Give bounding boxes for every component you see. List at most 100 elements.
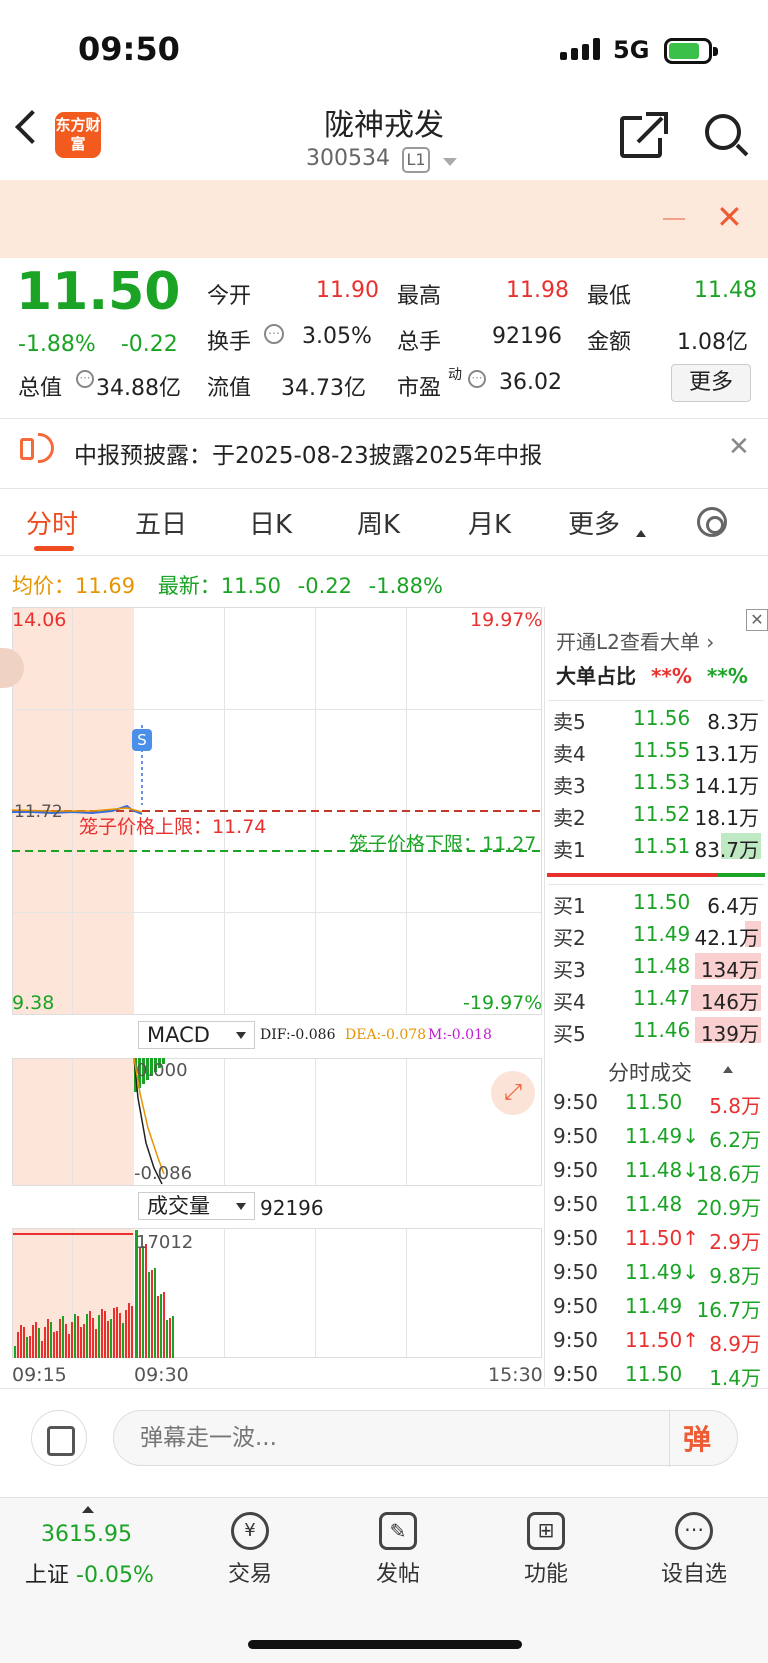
nav-function[interactable]: ⊞ 功能 bbox=[501, 1512, 591, 1588]
tab-five-day[interactable]: 五日 bbox=[135, 504, 187, 541]
l2-promo-link[interactable]: 开通L2查看大单 › bbox=[556, 626, 714, 655]
latest-value: 11.50 bbox=[220, 574, 281, 598]
bid-row[interactable]: 买1 11.50 6.4万 bbox=[553, 887, 761, 918]
level-badge[interactable]: L1 bbox=[402, 147, 430, 173]
ask-row[interactable]: 卖2 11.52 18.1万 bbox=[553, 799, 761, 830]
tab-intraday[interactable]: 分时 bbox=[26, 504, 78, 541]
trade-time: 9:50 bbox=[553, 1362, 598, 1386]
macd-m: M:-0.018 bbox=[428, 1027, 492, 1043]
gear-icon[interactable] bbox=[697, 507, 727, 537]
bid-label: 买5 bbox=[553, 1022, 586, 1046]
x-label-close: 15:30 bbox=[488, 1364, 543, 1386]
tab-more[interactable]: 更多 bbox=[568, 504, 620, 541]
close-icon[interactable]: ✕ bbox=[716, 198, 743, 236]
volume-bar bbox=[53, 1332, 55, 1358]
trade-time: 9:50 bbox=[553, 1090, 598, 1114]
bid-volume: 146万 bbox=[700, 990, 759, 1014]
tab-week-k[interactable]: 周K bbox=[357, 504, 400, 541]
danmaku-button[interactable]: 弹 bbox=[683, 1418, 711, 1458]
index-row[interactable]: 上证 -0.05% bbox=[25, 1557, 154, 1589]
volume-value: 92196 bbox=[492, 324, 562, 349]
low-label: 最低 bbox=[587, 284, 632, 309]
volume-bar bbox=[104, 1311, 106, 1358]
divider bbox=[544, 607, 545, 1387]
trade-volume: 1.4万 bbox=[709, 1366, 761, 1390]
avg-row: 均价：11.69 最新：11.50 -0.22 -1.88% bbox=[12, 570, 443, 600]
chevron-up-icon[interactable] bbox=[723, 1066, 733, 1073]
pct-top-label: 19.97% bbox=[470, 609, 543, 631]
chevron-down-icon[interactable] bbox=[443, 158, 457, 166]
trade-price: 11.48 bbox=[625, 1192, 683, 1216]
volume-bar bbox=[62, 1316, 64, 1358]
high-label: 最高 bbox=[397, 284, 442, 309]
home-indicator bbox=[248, 1640, 522, 1649]
battery-icon bbox=[664, 38, 718, 64]
info-icon[interactable]: ⋯ bbox=[264, 324, 284, 344]
trade-price: 11.49↓ bbox=[625, 1260, 700, 1284]
ask-row[interactable]: 卖4 11.55 13.1万 bbox=[553, 735, 761, 766]
ask-row[interactable]: 卖5 11.56 8.3万 bbox=[553, 703, 761, 734]
notice-text[interactable]: 中报预披露：于2025-08-23披露2025年中报 bbox=[74, 436, 542, 470]
volume-bar bbox=[17, 1332, 19, 1358]
macd-bottom-label: -0.086 bbox=[134, 1163, 193, 1184]
volume-bar bbox=[29, 1336, 31, 1358]
trade-volume: 16.7万 bbox=[696, 1298, 761, 1322]
index-pct: -0.05% bbox=[76, 1563, 154, 1588]
bid-ask-bar-green bbox=[717, 873, 765, 877]
close-icon[interactable]: ✕ bbox=[746, 609, 768, 631]
volume-label: 总手 bbox=[397, 330, 442, 355]
close-icon[interactable]: ✕ bbox=[728, 432, 750, 462]
ask-row[interactable]: 卖1 11.51 83.7万 bbox=[553, 831, 761, 862]
trade-volume: 9.8万 bbox=[709, 1264, 761, 1288]
volume-bar bbox=[83, 1324, 85, 1358]
status-time: 09:50 bbox=[78, 30, 180, 68]
chevron-up-icon[interactable] bbox=[82, 1506, 94, 1513]
bid-row[interactable]: 买2 11.49 42.1万 bbox=[553, 919, 761, 950]
volume-bar bbox=[160, 1294, 162, 1358]
minimize-icon[interactable] bbox=[663, 218, 685, 220]
info-icon[interactable]: ⋯ bbox=[76, 370, 94, 388]
turnover-label: 换手 bbox=[207, 330, 252, 355]
bid-label: 买4 bbox=[553, 990, 586, 1014]
price-change: -1.88% -0.22 bbox=[18, 332, 178, 357]
nav-watchlist[interactable]: ⋯ 设自选 bbox=[649, 1512, 739, 1588]
volume-bar bbox=[23, 1327, 25, 1358]
tab-day-k[interactable]: 日K bbox=[249, 504, 292, 541]
bid-row[interactable]: 买4 11.47 146万 bbox=[553, 983, 761, 1014]
big-order-ratio: 大单占比 **% **% bbox=[556, 664, 748, 688]
current-price: 11.50 bbox=[16, 262, 181, 322]
comment-icon[interactable] bbox=[31, 1410, 87, 1466]
trade-volume: 8.9万 bbox=[709, 1332, 761, 1356]
ask-row[interactable]: 卖3 11.53 14.1万 bbox=[553, 767, 761, 798]
ask-price: 11.53 bbox=[633, 770, 691, 794]
trades-title[interactable]: 分时成交 bbox=[608, 1057, 692, 1087]
volume-bar bbox=[169, 1318, 171, 1358]
change-pct: -1.88% bbox=[18, 332, 96, 357]
bid-label: 买3 bbox=[553, 958, 586, 982]
index-value[interactable]: 3615.95 bbox=[41, 1522, 132, 1547]
bid-row[interactable]: 买5 11.46 139万 bbox=[553, 1015, 761, 1046]
danmaku-input[interactable] bbox=[140, 1423, 640, 1453]
trade-volume: 2.9万 bbox=[709, 1230, 761, 1254]
volume-bar bbox=[20, 1325, 22, 1358]
volume-bar bbox=[166, 1320, 168, 1358]
danmaku-input-box[interactable] bbox=[113, 1410, 738, 1467]
nav-post[interactable]: ✎ 发帖 bbox=[353, 1512, 443, 1588]
expand-icon[interactable]: ⤢ bbox=[491, 1071, 535, 1115]
trade-row: 9:50 11.49↓ 6.2万 bbox=[553, 1122, 763, 1154]
tab-month-k[interactable]: 月K bbox=[468, 504, 511, 541]
divider bbox=[548, 700, 764, 701]
float-label: 流值 bbox=[207, 376, 252, 401]
signal-badge[interactable]: S bbox=[132, 729, 152, 751]
volume-bar bbox=[101, 1309, 103, 1358]
nav-trade[interactable]: ¥ 交易 bbox=[205, 1512, 295, 1588]
trade-price: 11.50 bbox=[625, 1090, 683, 1114]
ask-volume: 18.1万 bbox=[694, 806, 759, 830]
macd-svg bbox=[133, 1058, 165, 1185]
info-icon[interactable]: ⋯ bbox=[468, 370, 486, 388]
macd-selector[interactable]: MACD bbox=[138, 1021, 255, 1049]
bid-row[interactable]: 买3 11.48 134万 bbox=[553, 951, 761, 982]
volume-selector[interactable]: 成交量 bbox=[138, 1192, 255, 1220]
more-button[interactable]: 更多 bbox=[671, 364, 751, 402]
upper-limit-label: 笼子价格上限：11.74 bbox=[79, 816, 267, 838]
